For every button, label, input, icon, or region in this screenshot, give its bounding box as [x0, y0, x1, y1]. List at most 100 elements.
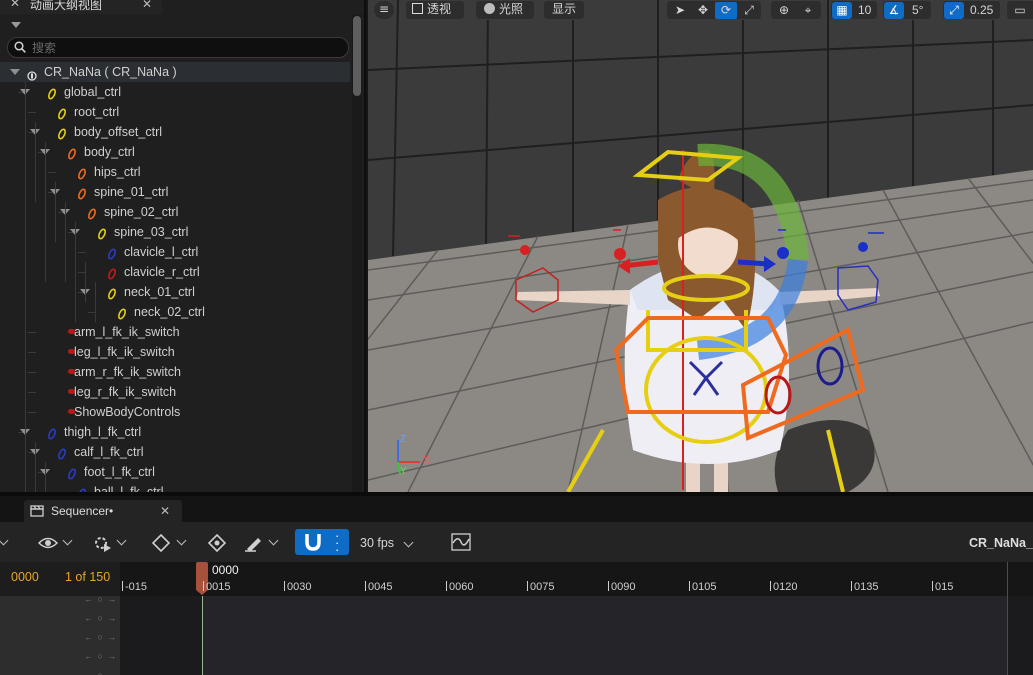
tree-row[interactable]: global_ctrl	[0, 82, 350, 102]
tree-row[interactable]: body_ctrl	[0, 142, 350, 162]
outliner-scrollbar-thumb[interactable]	[353, 16, 361, 96]
select-arrow-icon[interactable]: ➤	[669, 2, 691, 19]
tree-row-label: body_ctrl	[84, 145, 135, 159]
tree-row[interactable]: hips_ctrl	[0, 162, 350, 182]
tree-row[interactable]: body_offset_ctrl	[0, 122, 350, 142]
playback-options-button[interactable]	[92, 531, 132, 555]
outliner-scrollbar[interactable]	[352, 14, 362, 492]
snap-toggle-button[interactable]: · · ·	[295, 529, 349, 556]
tree-row[interactable]: ShowBodyControls	[0, 402, 350, 422]
snap-options-icon[interactable]: · · ·	[335, 529, 339, 556]
ruler-tick-label: 0105	[692, 581, 717, 593]
close-icon[interactable]: ✕	[142, 0, 152, 10]
tree-row[interactable]: CR_NaNa ( CR_NaNa )	[0, 62, 350, 82]
scale-snap-icon[interactable]: ⤢	[944, 2, 964, 19]
search-box[interactable]	[7, 37, 349, 58]
tree-guide-line	[48, 172, 56, 173]
tree-row[interactable]: arm_l_fk_ik_switch	[0, 322, 350, 342]
tree-row[interactable]: root_ctrl	[0, 102, 350, 122]
control-yellow-icon	[117, 306, 127, 320]
tree-row[interactable]: spine_03_ctrl	[0, 222, 350, 242]
grid-snap-group[interactable]: ▦ 10	[830, 0, 878, 20]
sequencer-toolbar: ··· 30 fps CR_NaNa_T	[0, 522, 1033, 562]
expand-arrow-icon[interactable]	[10, 69, 20, 75]
search-icon	[14, 41, 26, 53]
key-type-button[interactable]	[152, 531, 192, 555]
curve-editor-icon[interactable]	[450, 531, 472, 553]
viewport-scene[interactable]	[368, 0, 1033, 492]
fps-label: 30 fps	[360, 536, 395, 550]
track-key-controls[interactable]: ← ○ →	[84, 632, 124, 644]
auto-key-button[interactable]	[208, 531, 230, 555]
world-globe-icon[interactable]: ⊕	[773, 2, 795, 19]
maximize-viewport-button[interactable]: ▭	[1006, 0, 1033, 20]
control-yellow-icon	[47, 86, 57, 100]
filter-dropdown-icon[interactable]	[11, 22, 21, 28]
post-range-region	[1007, 596, 1033, 675]
tree-row[interactable]: foot_l_fk_ctrl	[0, 462, 350, 482]
ruler-tick-label: -015	[125, 581, 148, 593]
current-frame-field[interactable]: 0000	[11, 570, 39, 584]
viewport-menu-button[interactable]: ≡	[373, 0, 395, 20]
end-range-marker[interactable]	[1007, 562, 1008, 596]
frame-count-label: 1 of 150	[65, 570, 111, 584]
close-icon[interactable]: ✕	[160, 500, 170, 522]
tree-row-label: ball_l_fk_ctrl	[94, 485, 164, 492]
scale-snap-value[interactable]: 0.25	[970, 3, 993, 17]
ruler-tick	[770, 581, 771, 591]
maximize-icon[interactable]: ▭	[1009, 2, 1031, 19]
level-viewport[interactable]: Z X Y ≡ 透视 光照 显示 ➤ ✥ ⟳ ⤢ ⊕ ⌖ ▦ 10 ∡ 5° ⤢…	[368, 0, 1033, 492]
grid-snap-icon[interactable]: ▦	[832, 2, 852, 19]
grid-snap-value[interactable]: 10	[858, 3, 871, 17]
rotate-icon[interactable]: ⟳	[715, 2, 737, 19]
track-key-controls[interactable]: ← ○ →	[84, 651, 124, 663]
search-input[interactable]	[32, 39, 332, 56]
lighting-button[interactable]: 光照	[475, 0, 535, 20]
tree-row[interactable]: neck_01_ctrl	[0, 282, 350, 302]
translate-icon[interactable]: ✥	[692, 2, 714, 19]
keyframe-area[interactable]	[120, 596, 1033, 675]
scale-icon[interactable]: ⤢	[738, 2, 760, 19]
view-options-button[interactable]	[38, 531, 78, 555]
tree-row[interactable]: thigh_l_fk_ctrl	[0, 422, 350, 442]
sequencer-tab[interactable]: Sequencer• ✕	[24, 500, 182, 522]
track-list: ← ○ → ← ○ → ← ○ → ← ○ → ← ○ →	[0, 594, 120, 675]
tree-row[interactable]: ball_l_fk_ctrl	[0, 482, 350, 492]
ruler-tick-label: 0135	[854, 581, 879, 593]
toolbar-overflow-chevron[interactable]	[0, 531, 12, 555]
tree-guide-line	[85, 262, 86, 302]
tree-row[interactable]: leg_l_fk_ik_switch	[0, 342, 350, 362]
scale-snap-group[interactable]: ⤢ 0.25	[942, 0, 1001, 20]
tree-row[interactable]: arm_r_fk_ik_switch	[0, 362, 350, 382]
frame-rate-dropdown[interactable]: 30 fps	[360, 531, 414, 555]
tree-row[interactable]: spine_01_ctrl	[0, 182, 350, 202]
rotation-snap-group[interactable]: ∡ 5°	[882, 0, 932, 20]
track-key-controls[interactable]: ← ○ →	[84, 613, 124, 625]
ruler-tick	[365, 581, 366, 591]
tree-row[interactable]: leg_r_fk_ik_switch	[0, 382, 350, 402]
show-button[interactable]: 显示	[543, 0, 585, 20]
outliner-tab[interactable]: ✕ 动画大纲视图 ✕	[0, 0, 162, 14]
tree-row-label: neck_02_ctrl	[134, 305, 205, 319]
rotation-snap-icon[interactable]: ∡	[884, 2, 904, 19]
ruler-tick-label: 0030	[287, 581, 312, 593]
control-blue-icon	[57, 446, 67, 460]
edit-mode-button[interactable]	[244, 531, 284, 555]
rotation-snap-value[interactable]: 5°	[912, 3, 923, 17]
surface-snap-icon[interactable]: ⌖	[797, 2, 819, 19]
tree-row-label: global_ctrl	[64, 85, 121, 99]
track-key-controls[interactable]: ← ○ →	[84, 594, 124, 606]
tree-guide-line	[28, 392, 36, 393]
tree-row[interactable]: spine_02_ctrl	[0, 202, 350, 222]
tree-row[interactable]: clavicle_r_ctrl	[0, 262, 350, 282]
tree-row[interactable]: neck_02_ctrl	[0, 302, 350, 322]
tree-row[interactable]: calf_l_fk_ctrl	[0, 442, 350, 462]
track-key-controls[interactable]: ← ○ →	[84, 670, 124, 675]
tree-guide-line	[55, 182, 56, 242]
tree-row[interactable]: clavicle_l_ctrl	[0, 242, 350, 262]
tree-row-label: foot_l_fk_ctrl	[84, 465, 155, 479]
tree-row-label: root_ctrl	[74, 105, 120, 119]
transform-mode-group: ➤ ✥ ⟳ ⤢	[666, 0, 762, 20]
timeline-ruler[interactable]: 0000 -015 0015 0030 0045 0060 0075 0090 0105 012…	[120, 562, 1033, 596]
perspective-button[interactable]: 透视	[405, 0, 465, 20]
